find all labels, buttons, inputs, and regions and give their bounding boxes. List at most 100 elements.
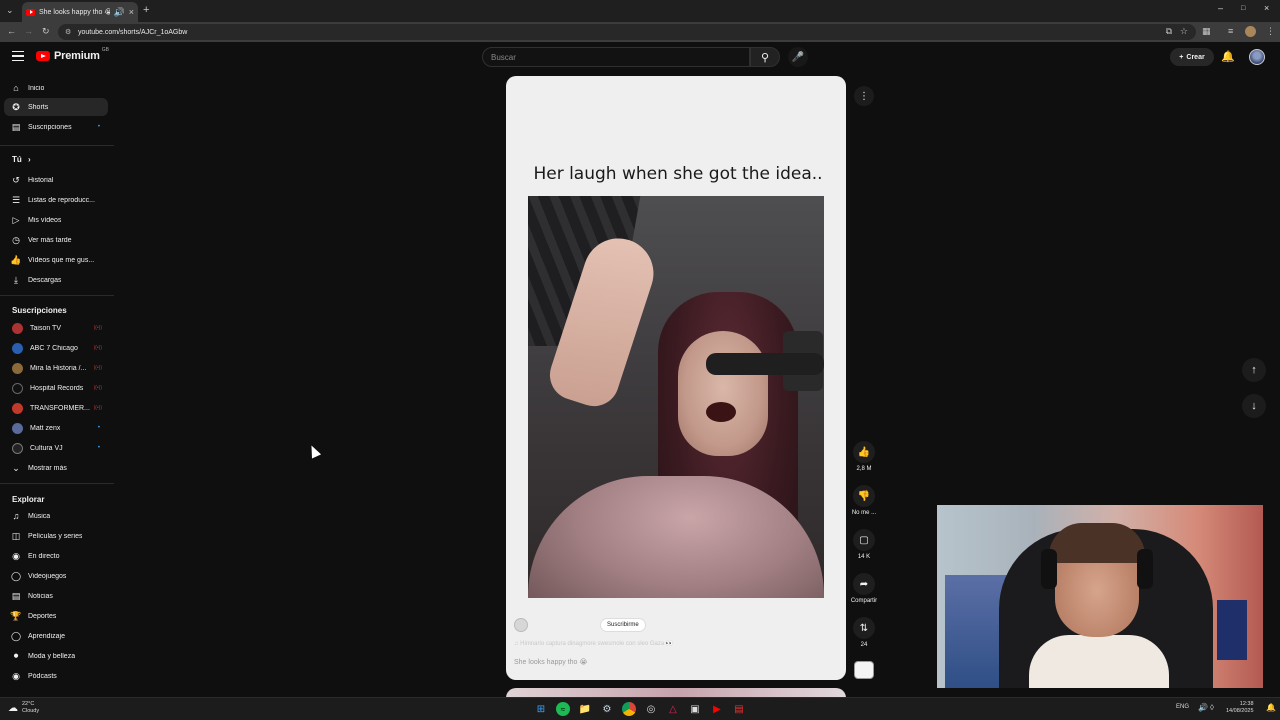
sidebar-item-ver-mas-tarde[interactable]: ◷ Ver más tarde: [4, 231, 108, 249]
remix-icon[interactable]: ⇅: [853, 617, 875, 639]
thumbs-up-icon[interactable]: 👍: [853, 441, 875, 463]
video-frame[interactable]: [528, 196, 824, 598]
account-avatar[interactable]: [1249, 49, 1265, 65]
notifications-bell-icon[interactable]: 🔔: [1221, 50, 1235, 63]
system-clock[interactable]: 12:38 14/08/2025: [1226, 701, 1254, 715]
recording-app-icon[interactable]: ▤: [732, 702, 746, 716]
browser-tab[interactable]: She looks happy tho 😭 - Y 🔊 ×: [22, 2, 138, 22]
steam-icon[interactable]: ⚙: [600, 702, 614, 716]
minimize-icon[interactable]: –: [1218, 3, 1223, 13]
spotify-icon[interactable]: ≈: [556, 702, 570, 716]
like-action[interactable]: 👍 2,8 M: [848, 441, 880, 472]
sidebar-channel-mira-la-historia[interactable]: Mira la Historia /... ((•)): [4, 359, 108, 377]
back-icon[interactable]: ←: [7, 27, 16, 36]
site-info-icon[interactable]: ⚙: [65, 28, 71, 36]
sound-thumbnail[interactable]: [854, 661, 874, 679]
app-icon[interactable]: ◎: [644, 702, 658, 716]
remix-action[interactable]: ⇅ 24: [848, 617, 880, 648]
sidebar-item-label: Listas de reproducc...: [28, 196, 95, 204]
new-tab-button[interactable]: +: [143, 5, 149, 16]
sidebar-item-aprendizaje[interactable]: ◯ Aprendizaje: [4, 627, 108, 645]
sidebar-item-noticias[interactable]: ▤ Noticias: [4, 587, 108, 605]
chrome-menu-icon[interactable]: ⋮: [1266, 27, 1275, 36]
comment-count: 14 K: [857, 554, 871, 560]
search-input[interactable]: Buscar: [482, 47, 750, 67]
create-button[interactable]: + Crear: [1170, 48, 1214, 66]
more-options-button[interactable]: ⋮: [854, 86, 874, 106]
close-window-icon[interactable]: ×: [1264, 3, 1269, 13]
dislike-action[interactable]: 👎 No me ...: [848, 485, 880, 516]
forward-icon[interactable]: →: [24, 27, 33, 36]
short-title[interactable]: She looks happy tho 😭: [514, 658, 588, 666]
voice-search-button[interactable]: 🎤: [788, 47, 808, 67]
sidebar-item-suscripciones[interactable]: ▤ Suscripciones •: [4, 118, 108, 136]
channel-avatar[interactable]: [514, 618, 528, 632]
sidebar-channel-transformers[interactable]: TRANSFORMER... ((•)): [4, 399, 108, 417]
sidebar-item-moda[interactable]: ⚫ Moda y belleza: [4, 647, 108, 665]
notifications-tray-icon[interactable]: 🔔: [1266, 704, 1276, 712]
music-attribution[interactable]: ♫ Himnario captura dinagmore swesmole co…: [514, 640, 673, 647]
youtube-premium-logo[interactable]: Premium GB: [36, 47, 111, 62]
channel-row: Suscribirme: [514, 618, 646, 632]
guide-menu-icon[interactable]: [12, 51, 24, 61]
language-indicator[interactable]: ENG: [1176, 704, 1189, 710]
open-in-app-icon[interactable]: ⧉: [1166, 27, 1172, 36]
section-subscriptions-title: Suscripciones: [12, 306, 67, 315]
address-bar[interactable]: ⚙ youtube.com/shorts/AJCr_1oAGbw ⧉ ☆: [58, 24, 1196, 40]
sidebar-item-videos-gustan[interactable]: 👍 Vídeos que me gus...: [4, 251, 108, 269]
sidebar-item-peliculas[interactable]: ◫ Películas y series: [4, 527, 108, 545]
show-more-button[interactable]: ⌄ Mostrar más: [4, 459, 108, 477]
tab-close-icon[interactable]: ×: [129, 7, 134, 17]
comment-icon[interactable]: ▢: [853, 529, 875, 551]
url-text: youtube.com/shorts/AJCr_1oAGbw: [78, 28, 188, 36]
chrome-icon[interactable]: [622, 702, 636, 716]
tab-audio-icon[interactable]: 🔊: [114, 7, 125, 17]
file-explorer-icon[interactable]: 📁: [578, 702, 592, 716]
thumbs-down-icon[interactable]: 👎: [853, 485, 875, 507]
short-player[interactable]: Her laugh when she got the idea.. Suscri…: [506, 76, 846, 680]
sidebar-item-label: Moda y belleza: [28, 652, 76, 660]
microphone-icon: 🎤: [791, 51, 805, 63]
tab-list-icon[interactable]: ⌄: [6, 6, 14, 15]
profile-icon[interactable]: [1245, 26, 1256, 37]
network-tray-icon[interactable]: ◊: [1210, 704, 1214, 712]
windows-start-icon[interactable]: ⊞: [534, 702, 548, 716]
sidebar-item-descargas[interactable]: ⤓ Descargas: [4, 271, 108, 289]
next-short-button[interactable]: ↓: [1242, 394, 1266, 418]
sidebar-item-inicio[interactable]: ⌂ Inicio: [4, 79, 108, 97]
headset-right-image: [1137, 549, 1153, 589]
search-button[interactable]: ⚲: [750, 47, 780, 67]
store-icon[interactable]: ▣: [688, 702, 702, 716]
sidebar-item-listas[interactable]: ☰ Listas de reproducc...: [4, 191, 108, 209]
share-icon[interactable]: ➦: [853, 573, 875, 595]
comments-action[interactable]: ▢ 14 K: [848, 529, 880, 560]
media-control-icon[interactable]: ≡: [1228, 27, 1233, 36]
maximize-icon[interactable]: □: [1241, 5, 1245, 12]
sidebar-item-videojuegos[interactable]: ◯ Videojuegos: [4, 567, 108, 585]
sidebar-channel-abc7[interactable]: ABC 7 Chicago ((•)): [4, 339, 108, 357]
bookmark-star-icon[interactable]: ☆: [1180, 27, 1188, 36]
extensions-icon[interactable]: ▦: [1202, 27, 1211, 36]
video-caption-text: Her laugh when she got the idea..: [533, 164, 823, 184]
weather-widget[interactable]: ☁ 22°C Cloudy: [8, 701, 39, 715]
sidebar-channel-hospital-records[interactable]: Hospital Records ((•)): [4, 379, 108, 397]
sidebar-item-deportes[interactable]: 🏆 Deportes: [4, 607, 108, 625]
brave-icon[interactable]: △: [666, 702, 680, 716]
more-vertical-icon: ⋮: [859, 90, 869, 102]
sidebar-item-historial[interactable]: ↺ Historial: [4, 171, 108, 189]
section-you[interactable]: Tú ›: [12, 155, 31, 164]
volume-tray-icon[interactable]: 🔊: [1198, 704, 1208, 712]
share-action[interactable]: ➦ Compartir: [848, 573, 880, 604]
sidebar-item-en-directo[interactable]: ◉ En directo: [4, 547, 108, 565]
sidebar-item-mis-videos[interactable]: ▷ Mis vídeos: [4, 211, 108, 229]
subscribe-button[interactable]: Suscribirme: [600, 618, 646, 632]
sidebar-channel-cultura-vj[interactable]: Cultura VJ •: [4, 439, 108, 457]
youtube-app-icon[interactable]: ▶: [710, 702, 724, 716]
sidebar-channel-taison-tv[interactable]: Taison TV ((•)): [4, 319, 108, 337]
sidebar-channel-matt-zenx[interactable]: Matt zenx •: [4, 419, 108, 437]
sidebar-item-shorts[interactable]: ✪ Shorts: [4, 98, 108, 116]
previous-short-button[interactable]: ↑: [1242, 358, 1266, 382]
sidebar-item-musica[interactable]: ♫ Música: [4, 507, 108, 525]
reload-icon[interactable]: ↻: [42, 27, 50, 36]
sidebar-item-podcasts[interactable]: ◉ Pódcasts: [4, 667, 108, 685]
